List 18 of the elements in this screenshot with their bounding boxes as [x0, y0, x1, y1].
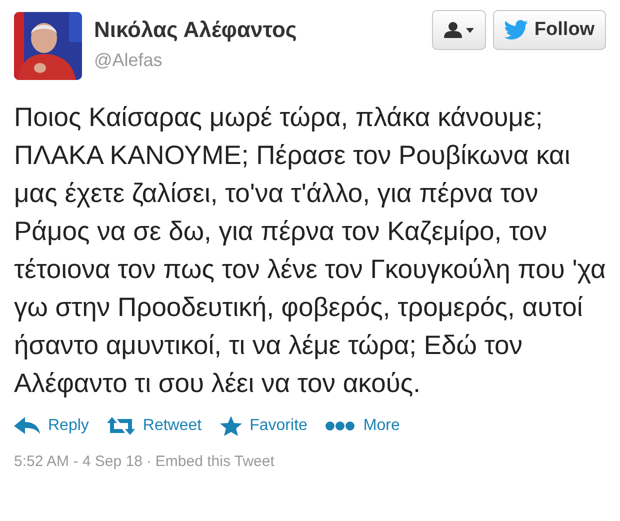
bird-icon — [504, 20, 528, 40]
author-handle: @Alefas — [94, 50, 164, 71]
reply-link[interactable]: Reply — [14, 417, 89, 435]
star-icon — [220, 416, 242, 436]
user-menu-button[interactable] — [432, 10, 486, 50]
more-icon — [325, 421, 356, 431]
favorite-link[interactable]: Favorite — [220, 416, 308, 436]
retweet-link[interactable]: Retweet — [106, 417, 202, 435]
tweet-text: Ποιος Καίσαρας μωρέ τώρα, πλάκα κάνουμε; ΠΛΑΚΑ ΚΑΝΟΥΜΕ; Πέρασε τον Ρουβίκωνα και μας έχετε ζαλίσει, το'να τ'άλλο, για πέρνα τον Ράμος να σε δω, για πέρνα τον Καζεμίρο, τον τέτοιονα τον πως τον λένε τον Γκουγκούλη που 'χα γω στην Προοδευτική, φοβερός, τρομερός, αυτοί ήσαντο αμυντικοί, τι να λέμε τώρα; Εδώ τον Αλέφαντο τι σου λέει να τον ακούς. — [14, 101, 607, 400]
follow-button[interactable]: Follow — [493, 10, 606, 50]
reply-icon — [14, 417, 40, 435]
user-icon — [444, 22, 474, 38]
embed-link[interactable]: Embed this Tweet — [155, 453, 274, 470]
retweet-icon — [106, 417, 135, 435]
more-link[interactable]: More — [325, 417, 400, 435]
author-name: Νικόλας Αλέφαντος — [94, 17, 298, 43]
separator: · — [146, 453, 152, 470]
timestamp: 5:52 AM - 4 Sep 18 — [14, 453, 142, 470]
